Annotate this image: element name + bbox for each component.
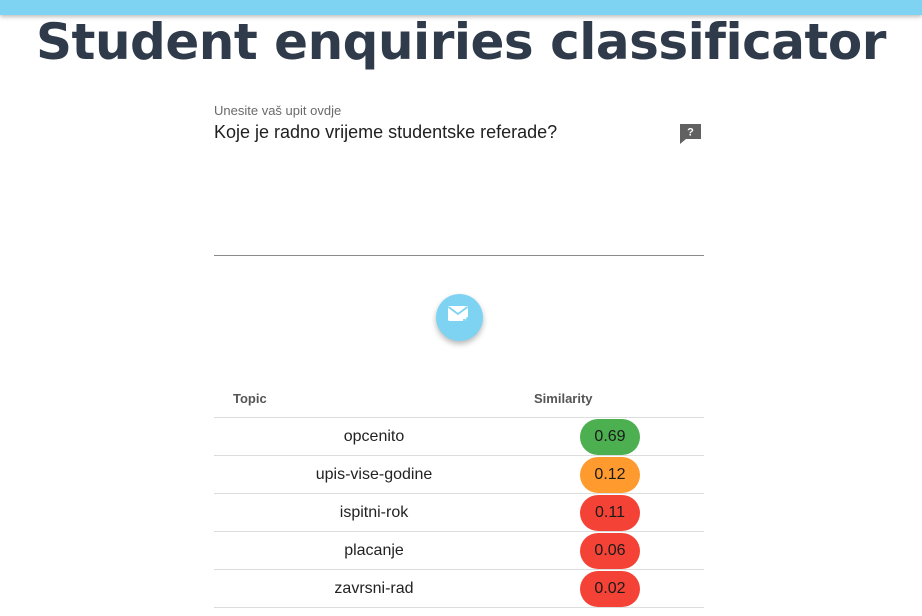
results-table: Topic Similarity opcenito 0.69 upis-vise…	[214, 380, 704, 608]
similarity-badge: 0.12	[580, 456, 640, 493]
similarity-badge: 0.11	[580, 494, 640, 531]
similarity-badge: 0.69	[580, 418, 640, 455]
table-row: opcenito 0.69	[214, 417, 704, 456]
table-row: upis-vise-godine 0.12	[214, 455, 704, 494]
similarity-badge: 0.02	[580, 570, 640, 607]
page-title: Student enquiries classificator	[36, 13, 886, 71]
table-row: zavrsni-rad 0.02	[214, 569, 704, 608]
topic-cell: upis-vise-godine	[214, 455, 534, 494]
send-mail-icon	[447, 304, 473, 331]
topic-cell: placanje	[214, 531, 534, 570]
query-label: Unesite vaš upit ovdje	[214, 103, 342, 118]
table-row: placanje 0.06	[214, 531, 704, 570]
query-input[interactable]: Koje je radno vrijeme studentske referad…	[214, 120, 654, 240]
similarity-badge: 0.06	[580, 532, 640, 569]
question-chat-icon[interactable]: ?	[679, 123, 702, 145]
column-header-topic: Topic	[214, 380, 534, 418]
send-button[interactable]	[436, 294, 483, 341]
table-row: ispitni-rok 0.11	[214, 493, 704, 532]
column-header-similarity: Similarity	[534, 380, 704, 418]
topic-cell: ispitni-rok	[214, 493, 534, 532]
topic-cell: opcenito	[214, 417, 534, 456]
table-header-row: Topic Similarity	[214, 380, 704, 418]
topic-cell: zavrsni-rad	[214, 569, 534, 608]
svg-text:?: ?	[687, 127, 694, 139]
query-field[interactable]: Unesite vaš upit ovdje Koje je radno vri…	[214, 100, 704, 256]
